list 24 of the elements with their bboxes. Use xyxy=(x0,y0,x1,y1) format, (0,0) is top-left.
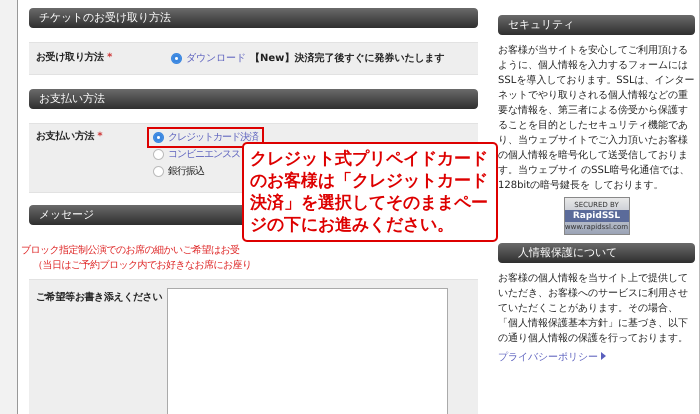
radio-icon xyxy=(153,132,164,143)
sidebar-header: 人情報保護について xyxy=(498,243,695,263)
notice-text: ブロック指定制公演でのお席の細かいご希望はお受 xyxy=(21,244,240,258)
radio-option[interactable]: 銀行振込 xyxy=(149,163,208,180)
sidebar-header: セキュリティ xyxy=(498,15,695,35)
radio-option[interactable]: ダウンロード 【New】決済完了後すぐに発券いたします xyxy=(167,50,448,67)
privacy-text: お客様の個人情報を当サイト上で提供していただき、お客様へのサービスに利用させていただくことがあります。その場合、「個人情報保護基本方針」に基づき、以下の通り個人情報の保護を行っております。 xyxy=(498,272,689,346)
field-label: ご希望等お書き添えください xyxy=(36,292,162,303)
required-mark: * xyxy=(97,131,102,142)
field-label: お支払い方法 xyxy=(36,131,94,142)
field-label: お受け取り方法 xyxy=(36,52,104,63)
radio-icon xyxy=(153,166,164,177)
radio-option[interactable]: コンビニエンスス xyxy=(149,146,244,163)
notice-text: （当日はご予約ブロック内でお好きなお席にお座り xyxy=(32,258,252,273)
radio-icon xyxy=(153,149,164,160)
radio-icon xyxy=(171,53,182,64)
section-header: お支払い方法 xyxy=(29,89,478,109)
callout-text: クレジット式プリペイドカードのお客様は「クレジットカード決済」を選択してそのままページの下にお進みください。 xyxy=(242,142,498,242)
message-field[interactable] xyxy=(167,288,448,414)
privacy-policy-link[interactable]: プライバシーポリシー xyxy=(498,352,606,363)
section-header: チケットのお受け取り方法 xyxy=(29,8,478,28)
play-icon xyxy=(601,352,606,360)
required-mark: * xyxy=(107,52,112,63)
security-text: お客様が当サイトを安心してご利用頂けるように、個人情報を入力するフォームにはSSLを導入しております。SSLは、インターネットでやり取りされる個人情報などの重要な情報を、第三者による傍受から保護することを目的としたセキュリティ機能であり、当ウェブサイトでご入力頂いたお客様の個人情報を暗号化して送受信しております。当ウェブサイ のSSL暗号化通信では、128bitの暗号鍵長を しております。 xyxy=(498,44,695,193)
